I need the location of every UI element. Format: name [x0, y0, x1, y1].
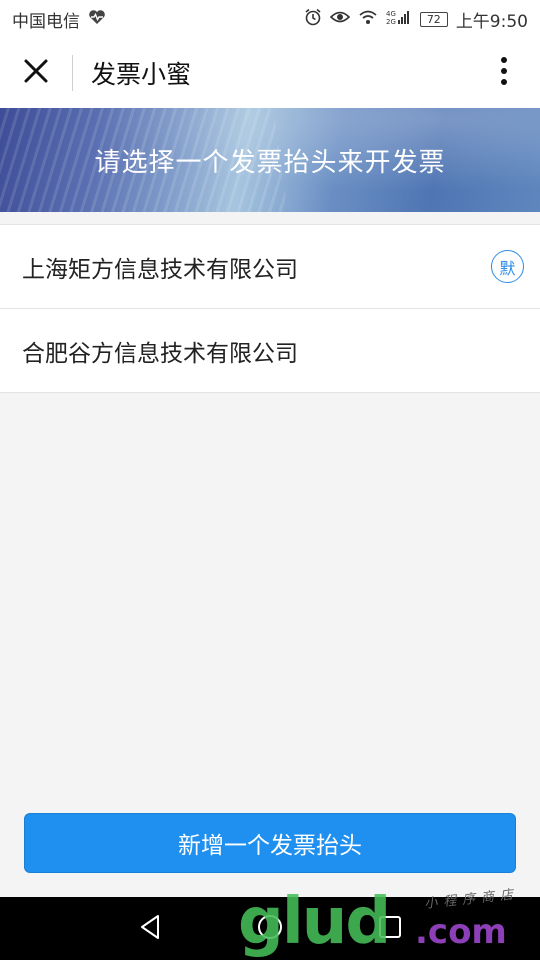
svg-text:4G: 4G [386, 10, 396, 18]
banner: 请选择一个发票抬头来开发票 [0, 108, 540, 212]
more-vertical-icon [500, 56, 508, 90]
carrier-label: 中国电信 [12, 11, 80, 32]
invoice-title-name: 上海矩方信息技术有限公司 [22, 256, 298, 283]
alarm-icon [304, 8, 322, 31]
banner-text: 请选择一个发票抬头来开发票 [94, 147, 446, 178]
invoice-title-name: 合肥谷方信息技术有限公司 [22, 340, 298, 367]
page-title: 发票小蜜 [91, 60, 192, 89]
invoice-title-item[interactable]: 上海矩方信息技术有限公司 默 [0, 225, 540, 309]
close-icon [23, 58, 49, 88]
invoice-title-list: 上海矩方信息技术有限公司 默 合肥谷方信息技术有限公司 [0, 224, 540, 393]
eye-icon [329, 9, 350, 30]
heart-pulse-icon [88, 9, 106, 29]
more-button[interactable] [468, 38, 540, 108]
back-icon [138, 914, 162, 944]
add-invoice-title-button[interactable]: 新增一个发票抬头 [24, 813, 516, 873]
status-bar: 中国电信 4G 2G 72 上午9:50 [0, 0, 540, 38]
invoice-title-item[interactable]: 合肥谷方信息技术有限公司 [0, 309, 540, 393]
svg-text:2G: 2G [386, 18, 396, 25]
status-right: 4G 2G 72 上午9:50 [304, 7, 528, 32]
back-button[interactable] [120, 899, 180, 959]
clock: 上午9:50 [455, 11, 528, 32]
battery-icon: 72 [419, 11, 448, 27]
watermark: glud 小程序商店 .com [238, 886, 540, 960]
watermark-com: .com [415, 912, 507, 952]
signal-icon: 4G 2G [386, 9, 412, 30]
nav-bar: 发票小蜜 [0, 38, 540, 108]
default-badge: 默 [491, 250, 524, 283]
wifi-icon [358, 9, 378, 30]
watermark-sub: 小程序商店 [423, 887, 520, 912]
close-button[interactable] [0, 38, 72, 108]
watermark-main: glud [238, 885, 391, 959]
status-left: 中国电信 [12, 7, 106, 32]
